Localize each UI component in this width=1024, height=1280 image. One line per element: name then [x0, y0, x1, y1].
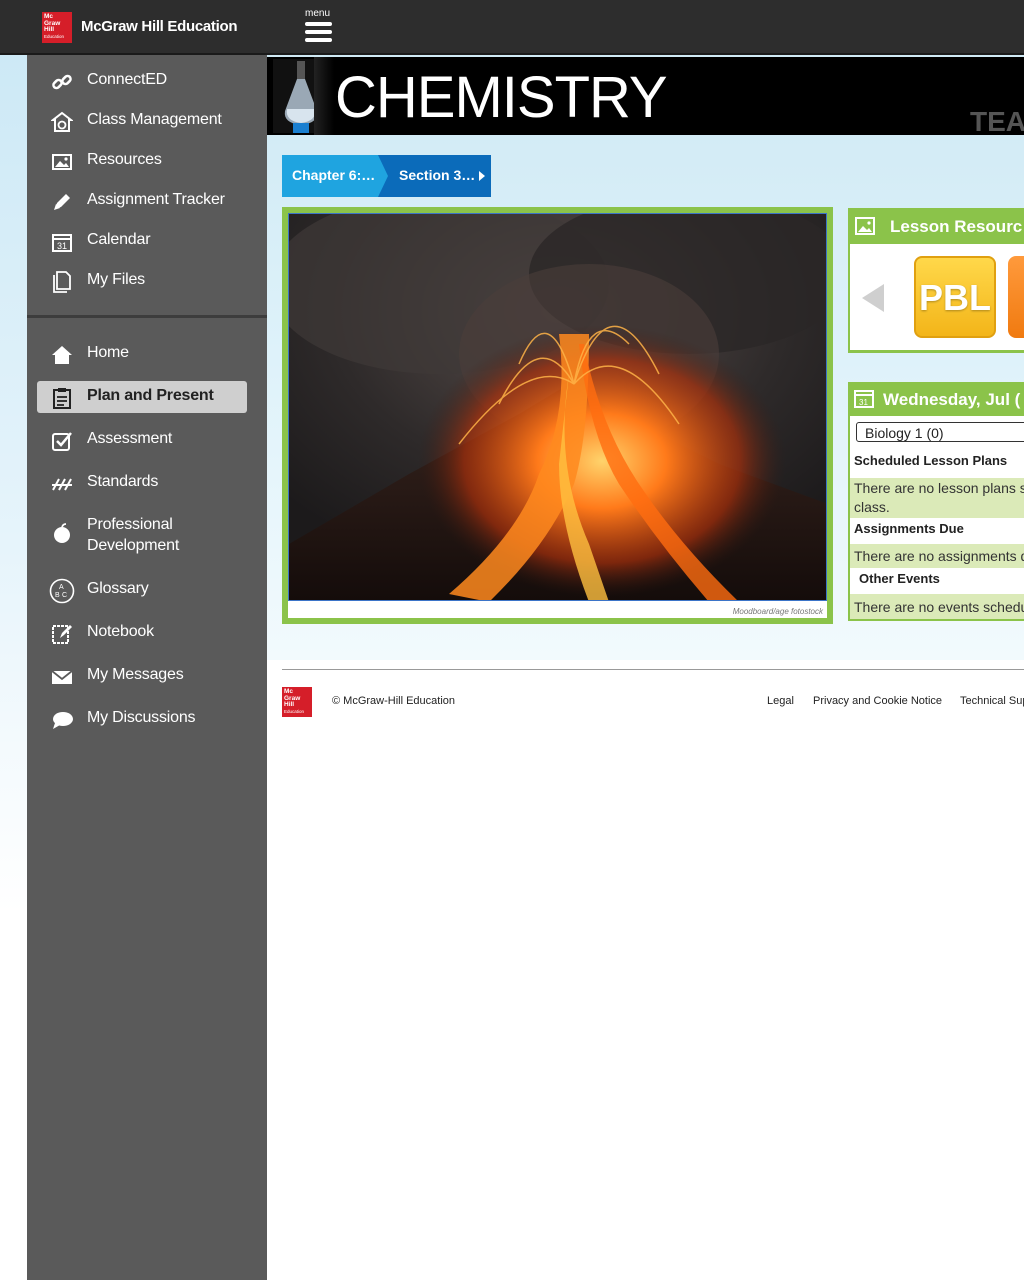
breadcrumb-chapter-label: Chapter 6:…	[292, 167, 376, 183]
sidebar-item-label: Notebook	[87, 623, 154, 640]
class-management-icon	[51, 111, 73, 132]
sidebar: ConnectED Class Management Resources Ass…	[27, 55, 267, 1280]
sidebar-item-label: Resources	[87, 151, 162, 168]
svg-text:C: C	[62, 592, 67, 599]
photo-credit: Moodboard/age fotostock	[732, 607, 823, 616]
resource-tile[interactable]	[1008, 256, 1024, 338]
svg-text:31: 31	[57, 241, 67, 251]
sidebar-item-label: Plan and Present	[87, 387, 214, 404]
chapter-photo-panel: Moodboard/age fotostock	[282, 207, 833, 624]
sidebar-item-label: Professional Development	[87, 516, 180, 554]
course-title: CHEMISTRY	[335, 65, 668, 130]
footer-link-privacy[interactable]: Privacy and Cookie Notice	[813, 695, 942, 707]
caret-right-icon	[479, 171, 485, 181]
page-background-strip	[0, 55, 27, 1280]
image-icon	[855, 217, 875, 235]
sidebar-item-my-files[interactable]: My Files	[37, 265, 247, 297]
svg-text:31: 31	[859, 398, 868, 407]
lesson-resources-carousel: PBL	[850, 244, 1024, 350]
calendar-icon: 31	[854, 390, 874, 408]
scheduled-lesson-plans-heading: Scheduled Lesson Plans	[854, 453, 1008, 468]
photo-frame: Moodboard/age fotostock	[288, 213, 827, 618]
image-icon	[52, 154, 72, 170]
assignments-due-message: There are no assignments d	[850, 544, 1024, 568]
other-events-heading: Other Events	[859, 571, 940, 586]
logo-line: Education	[44, 33, 65, 39]
logo-line: Education	[284, 708, 305, 714]
footer-divider	[282, 669, 1024, 670]
footer-link-legal[interactable]: Legal	[767, 695, 794, 707]
carousel-prev-arrow-icon[interactable]	[862, 284, 884, 312]
sidebar-item-assessment[interactable]: Assessment	[37, 424, 247, 456]
sidebar-item-label: Calendar	[87, 231, 151, 248]
brand-name[interactable]: McGraw Hill Education	[81, 18, 238, 35]
sidebar-item-home[interactable]: Home	[37, 338, 247, 370]
envelope-icon	[51, 670, 73, 684]
sidebar-item-standards[interactable]: Standards	[37, 467, 247, 499]
sidebar-item-notebook[interactable]: Notebook	[37, 617, 247, 649]
sidebar-item-label: Class Management	[87, 111, 222, 128]
pencil-icon	[54, 194, 70, 210]
clipboard-icon	[53, 388, 71, 409]
sidebar-divider	[27, 315, 267, 318]
lesson-resources-title: Lesson Resourc	[890, 217, 1023, 236]
sidebar-item-label: Assessment	[87, 430, 173, 447]
apple-icon	[54, 523, 70, 543]
home-icon	[52, 346, 72, 364]
footer-copyright: © McGraw-Hill Education	[332, 695, 456, 707]
other-events-message: There are no events schedu	[850, 594, 1024, 619]
sidebar-item-label: ConnectED	[87, 71, 168, 88]
calendar-date-title: Wednesday, Jul (	[883, 390, 1021, 409]
svg-text:A: A	[59, 584, 64, 591]
sidebar-item-label: My Messages	[87, 666, 184, 683]
sidebar-item-label: Standards	[87, 473, 159, 490]
menu-label: menu	[305, 8, 331, 19]
checkbox-icon	[52, 432, 72, 451]
sidebar-item-my-discussions[interactable]: My Discussions	[37, 703, 247, 735]
calendar-panel: 31 Wednesday, Jul ( Biology 1 (0) Schedu…	[848, 382, 1024, 621]
standards-icon	[52, 478, 72, 491]
sidebar-item-my-messages[interactable]: My Messages	[37, 660, 247, 692]
banner-edition-label: TEA	[970, 106, 1024, 137]
sidebar-item-label: Glossary	[87, 580, 149, 597]
top-bar: Mc Graw Hill Education McGraw Hill Educa…	[0, 0, 1024, 55]
lesson-resources-panel: Lesson Resourc PBL	[848, 208, 1024, 353]
volcano-photo	[288, 213, 827, 601]
breadcrumb-section[interactable]: Section 3…	[378, 155, 491, 197]
calendar-icon: 31	[52, 234, 72, 252]
link-icon	[52, 74, 72, 90]
sidebar-item-assignment-tracker[interactable]: Assignment Tracker	[37, 185, 247, 217]
files-icon	[53, 271, 71, 293]
sidebar-item-glossary[interactable]: ABC Glossary	[37, 574, 247, 606]
sidebar-item-connected[interactable]: ConnectED	[37, 65, 247, 97]
sidebar-item-plan-and-present[interactable]: Plan and Present	[37, 381, 247, 413]
abc-icon: AB C	[49, 578, 75, 604]
sidebar-item-resources[interactable]: Resources	[37, 145, 247, 177]
sidebar-item-label: My Discussions	[87, 709, 196, 726]
sidebar-item-class-management[interactable]: Class Management	[37, 105, 247, 137]
breadcrumb-separator	[378, 155, 388, 197]
sidebar-item-label: Home	[87, 344, 129, 361]
course-banner-photo-edge	[314, 57, 334, 135]
scheduled-lesson-plans-message: There are no lesson plans s class.	[850, 478, 1024, 518]
speech-bubble-icon	[53, 712, 73, 729]
sidebar-item-label: Assignment Tracker	[87, 191, 225, 208]
sidebar-item-professional-development[interactable]: Professional Development	[37, 510, 247, 554]
calendar-body: Biology 1 (0) Scheduled Lesson Plans The…	[850, 416, 1024, 619]
breadcrumb-chapter[interactable]: Chapter 6:…	[282, 155, 386, 197]
footer-mcgraw-hill-logo: Mc Graw Hill Education	[282, 687, 312, 717]
breadcrumb-section-label: Section 3…	[399, 167, 476, 183]
mcgraw-hill-logo[interactable]: Mc Graw Hill Education	[42, 12, 72, 43]
volcano-image	[289, 214, 826, 600]
menu-button[interactable]: menu	[302, 8, 336, 44]
sidebar-item-label: My Files	[87, 271, 145, 288]
pbl-resource-tile[interactable]: PBL	[914, 256, 996, 338]
svg-text:B: B	[55, 592, 60, 599]
notebook-icon	[52, 625, 72, 644]
assignments-due-heading: Assignments Due	[854, 521, 964, 536]
footer-link-technical-support[interactable]: Technical Sup	[960, 695, 1024, 707]
sidebar-item-calendar[interactable]: 31 Calendar	[37, 225, 247, 257]
class-select[interactable]: Biology 1 (0)	[856, 422, 1024, 442]
